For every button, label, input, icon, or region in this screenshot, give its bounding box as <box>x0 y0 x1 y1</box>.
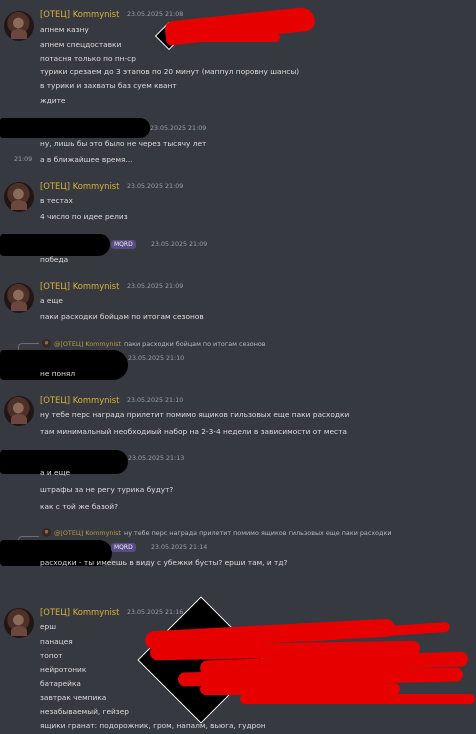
timestamp: 23.05.2025 21:09 <box>150 125 207 132</box>
message-line: завтрак чемпика <box>40 693 107 702</box>
timestamp: 23.05.2025 21:16 <box>127 609 184 616</box>
redaction-mark <box>170 33 280 42</box>
message-line: там минимальный необходиый набор на 2-3-… <box>40 427 347 436</box>
badge-icon: MQRD <box>111 240 136 249</box>
message-line: победа <box>40 255 69 264</box>
message-line: нейротоник <box>40 665 87 674</box>
message-line: в тестах <box>40 196 73 205</box>
reply-author: @[ОТЕЦ] Kommynist <box>54 339 122 348</box>
timestamp: 23.05.2025 21:10 <box>128 355 185 362</box>
reply-avatar <box>42 339 51 348</box>
message-line: ну тебе перс награда прилетит помимо ящи… <box>40 410 350 419</box>
message-line: топот <box>40 651 63 660</box>
redacted-avatar-name <box>0 118 150 138</box>
message-line: апнем спецдоставки <box>40 40 122 49</box>
timestamp: 23.05.2025 21:09 <box>127 183 184 190</box>
avatar[interactable] <box>4 182 34 212</box>
avatar[interactable] <box>4 396 34 426</box>
message-line: ждите <box>40 96 66 105</box>
message-line: как с той же базой? <box>40 502 119 511</box>
reply-author: @[ОТЕЦ] Kommynist <box>54 528 122 537</box>
message-line: потасня только по пн-ср <box>40 54 136 63</box>
message-line: незабываемый, гейзер <box>40 707 129 716</box>
reply-preview[interactable]: @[ОТЕЦ] Kommynist ну тебе перс награда п… <box>42 528 392 537</box>
message-line: в турики и захваты баз суем квант <box>40 81 177 90</box>
timestamp: 23.05.2025 21:13 <box>128 455 185 462</box>
avatar[interactable] <box>4 11 34 41</box>
author-name[interactable]: [ОТЕЦ] Kommynist <box>40 281 119 291</box>
message-line: 4 число по идее релиз <box>40 212 128 221</box>
author-name[interactable]: [ОТЕЦ] Kommynist <box>40 9 119 19</box>
timestamp: 23.05.2025 21:14 <box>151 544 208 551</box>
message-line: батарейка <box>40 679 81 688</box>
message-line: ну, лишь бы это было не через тысячу лет <box>40 139 207 148</box>
timestamp: 23.05.2025 21:08 <box>127 11 184 18</box>
message-line: ящики гранат: подорожник, гром, напалм, … <box>40 721 266 730</box>
message-line: панацея <box>40 637 73 646</box>
message-line: а в ближайшее время... <box>40 155 133 164</box>
redaction-mark <box>240 694 475 704</box>
redacted-avatar-name <box>0 234 110 256</box>
message-line: паки расходки бойцам по итогам сезонов <box>40 312 204 321</box>
timestamp: 23.05.2025 21:09 <box>151 241 208 248</box>
author-name[interactable]: [ОТЕЦ] Kommynist <box>40 607 119 617</box>
message-line: а еще <box>40 296 63 305</box>
message-line: не понял <box>40 369 76 378</box>
timestamp: 23.05.2025 21:09 <box>127 283 184 290</box>
reply-text: ну тебе перс награда прилетит помимо ящи… <box>124 528 392 537</box>
message-line: турики срезаем до 3 этапов по 20 минут (… <box>40 67 300 76</box>
reply-avatar <box>42 528 51 537</box>
message-line: а и еще <box>40 468 71 477</box>
message-line: штрафы за не регу турика будут? <box>40 485 174 494</box>
author-name[interactable]: [ОТЕЦ] Kommynist <box>40 395 119 405</box>
avatar[interactable] <box>4 283 34 313</box>
badge-icon: MQRD <box>111 543 136 552</box>
message-line: расходки - ты имеешь в виду с убежки бус… <box>40 558 288 567</box>
message-line: апнем казну <box>40 25 89 34</box>
reply-text: паки расходки бойцам по итогам сезонов <box>124 339 266 348</box>
line-time: 21:09 <box>14 156 33 163</box>
author-name[interactable]: [ОТЕЦ] Kommynist <box>40 181 119 191</box>
avatar[interactable] <box>4 608 34 638</box>
timestamp: 23.05.2025 21:10 <box>127 397 184 404</box>
message-line: ерш <box>40 622 57 631</box>
reply-preview[interactable]: @[ОТЕЦ] Kommynist паки расходки бойцам п… <box>42 339 266 348</box>
